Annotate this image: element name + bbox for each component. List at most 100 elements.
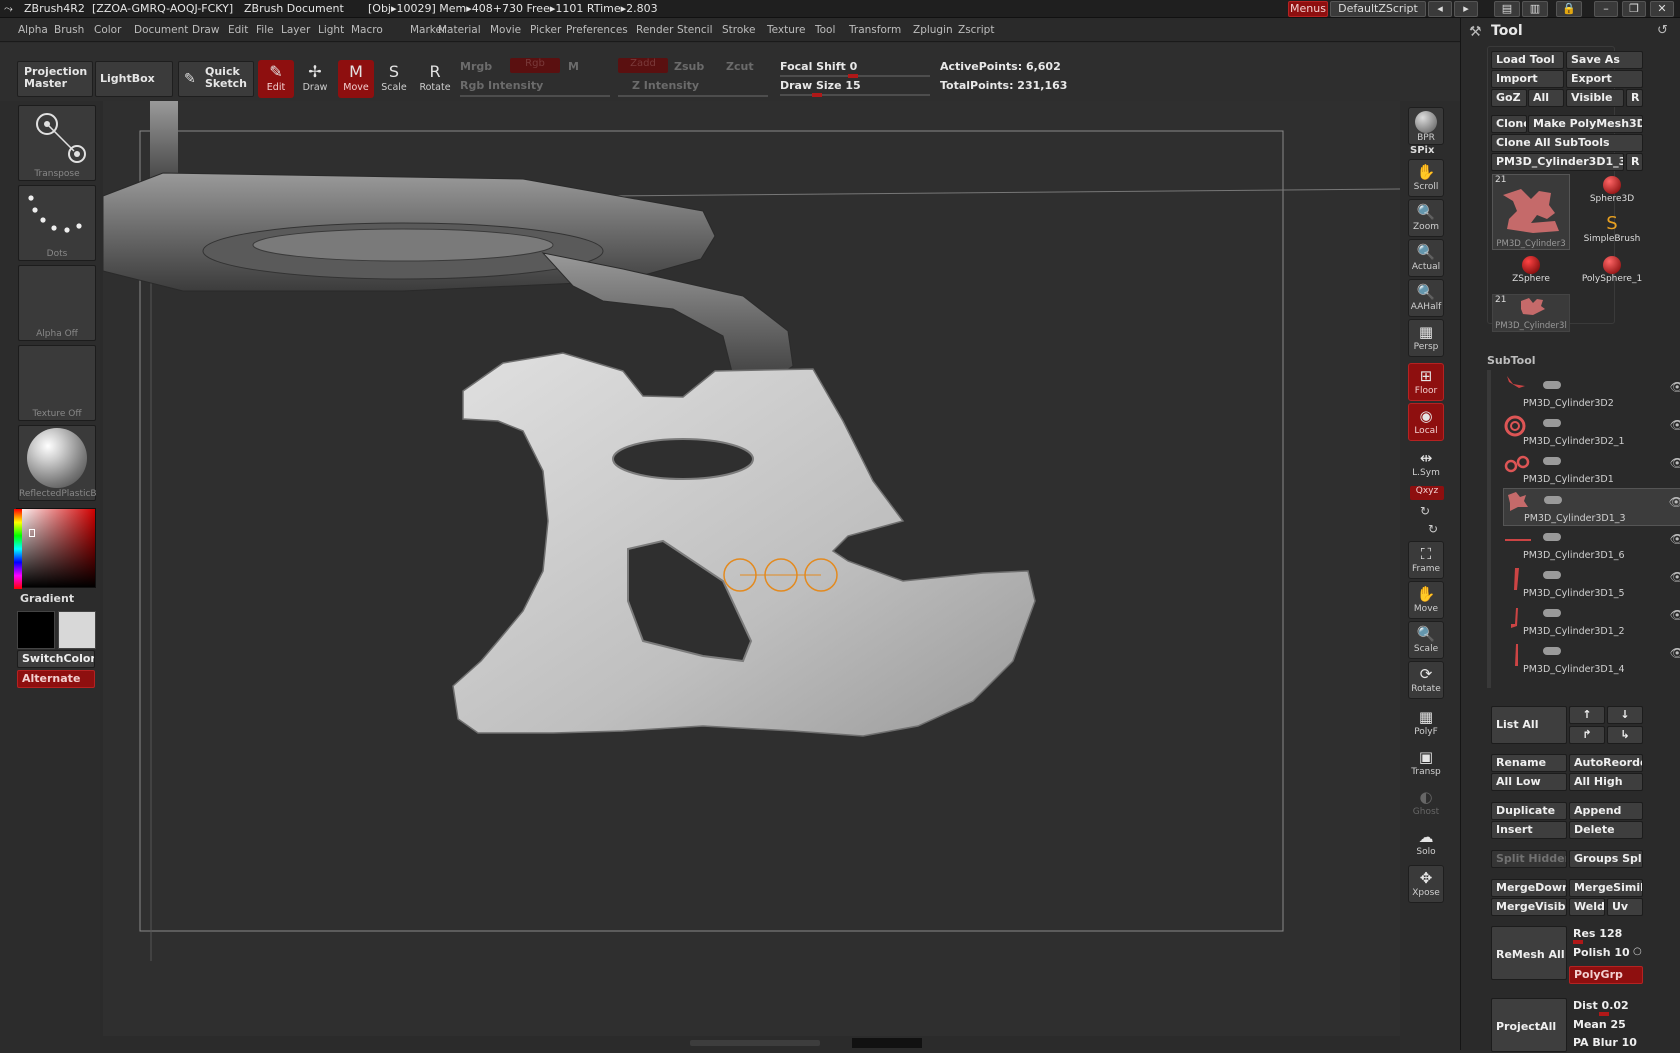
subtool-item[interactable]: 👁 PM3D_Cylinder3D1_6 [1503, 526, 1680, 564]
draw-size-knob[interactable] [812, 93, 822, 97]
persp-button[interactable]: ▦ Persp [1408, 319, 1444, 357]
tool-thumb-sphere3d[interactable]: Sphere3D [1573, 174, 1651, 212]
material-button[interactable]: ReflectedPlasticB [18, 425, 97, 501]
restore-icon[interactable]: ❐ [1622, 1, 1646, 17]
document-canvas[interactable] [103, 101, 1403, 1036]
tool-thumb-polysphere[interactable]: PolySphere_1 [1573, 254, 1651, 292]
focal-shift-slider[interactable]: Focal Shift 0 [780, 60, 857, 73]
subtool-item[interactable]: 👁 PM3D_Cylinder3D1 [1503, 450, 1680, 488]
menu-stroke[interactable]: Stroke [722, 24, 755, 36]
subtool-item[interactable]: 👁 PM3D_Cylinder3D2_1 [1503, 412, 1680, 450]
gradient-label[interactable]: Gradient [20, 592, 74, 605]
move-up-icon[interactable]: ↑ [1569, 706, 1605, 724]
polish-toggle-icon[interactable]: ○ [1633, 946, 1642, 957]
lock-icon[interactable]: 🔒 [1556, 1, 1582, 17]
subtool-item[interactable]: 👁 PM3D_Cylinder3D1_3 [1503, 488, 1680, 526]
actual-button[interactable]: 🔍 Actual [1408, 239, 1444, 277]
subtool-item[interactable]: 👁 PM3D_Cylinder3D1_4 [1503, 640, 1680, 678]
solo-button[interactable]: ☁ Solo [1408, 825, 1444, 863]
scroll-button[interactable]: ✋ Scroll [1408, 159, 1444, 197]
weld-button[interactable]: Weld [1569, 898, 1605, 916]
all-high-button[interactable]: All High [1569, 773, 1643, 791]
goz-all-button[interactable]: All [1528, 89, 1564, 107]
z-intensity-slider[interactable]: Z Intensity [632, 79, 699, 92]
floor-button[interactable]: ⊞ Floor [1408, 363, 1444, 401]
edit-button[interactable]: ✎ Edit [258, 60, 294, 98]
tool-thumb-simplebrush[interactable]: S SimpleBrush [1573, 214, 1651, 252]
color-cursor[interactable] [29, 529, 35, 537]
duplicate-button[interactable]: Duplicate [1491, 802, 1567, 820]
zcut-button[interactable]: Zcut [726, 60, 754, 73]
rgb-intensity-slider[interactable]: Rgb Intensity [460, 79, 543, 92]
minimize-icon[interactable]: – [1594, 1, 1618, 17]
zoom-button[interactable]: 🔍 Zoom [1408, 199, 1444, 237]
eye-icon[interactable]: 👁 [1669, 495, 1680, 509]
frame-button[interactable]: ⛶ Frame [1408, 541, 1444, 579]
eye-icon[interactable]: 👁 [1670, 570, 1680, 584]
insert-button[interactable]: Insert [1491, 821, 1567, 839]
default-zscript-button[interactable]: DefaultZScript [1330, 1, 1426, 17]
polygrp-button[interactable]: PolyGrp [1569, 966, 1643, 984]
script-next-icon[interactable]: ▸ [1454, 1, 1478, 17]
xpose-button[interactable]: ✥ Xpose [1408, 865, 1444, 903]
mrgb-button[interactable]: Mrgb [460, 60, 492, 73]
polyf-button[interactable]: ▦ PolyF [1408, 705, 1444, 743]
menu-zscript[interactable]: Zscript [958, 24, 994, 36]
menu-macro[interactable]: Macro [351, 24, 383, 36]
rotate-z-icon[interactable]: ↻ [1428, 522, 1438, 536]
menus-button[interactable]: Menus [1288, 1, 1328, 17]
mergevisible-button[interactable]: MergeVisible [1491, 898, 1567, 916]
focal-shift-knob[interactable] [848, 74, 858, 78]
tool-thumb-current[interactable]: 21 PM3D_Cylinder3 [1492, 174, 1570, 250]
eye-icon[interactable]: 👁 [1670, 646, 1680, 660]
subtool-toggle[interactable] [1543, 571, 1561, 579]
menu-file[interactable]: File [256, 24, 274, 36]
transpose-brush-button[interactable]: Transpose [18, 105, 96, 181]
append-button[interactable]: Append [1569, 802, 1643, 820]
m-button[interactable]: M [568, 60, 579, 73]
split-hidden-button[interactable]: Split Hidden [1491, 850, 1567, 868]
menu-render[interactable]: Render [636, 24, 673, 36]
draw-button[interactable]: ✢ Draw [297, 60, 333, 98]
subtool-toggle[interactable] [1543, 419, 1561, 427]
current-tool-r-button[interactable]: R [1626, 153, 1643, 171]
subtool-item[interactable]: 👁 PM3D_Cylinder3D1_2 [1503, 602, 1680, 640]
projection-master-button[interactable]: Projection Master [17, 61, 93, 97]
secondary-color-swatch[interactable] [58, 611, 96, 649]
polish-slider[interactable]: Polish 10 [1569, 945, 1643, 963]
move-button[interactable]: M Move [338, 60, 374, 98]
current-tool-slider[interactable]: PM3D_Cylinder3D1_3. [1491, 153, 1624, 171]
move-down-right-icon[interactable]: ↳ [1607, 726, 1643, 744]
transp-button[interactable]: ▣ Transp [1408, 745, 1444, 783]
export-button[interactable]: Export [1566, 70, 1643, 88]
subtool-toggle[interactable] [1543, 533, 1561, 541]
move-up-right-icon[interactable]: ↱ [1569, 726, 1605, 744]
menu-draw[interactable]: Draw [192, 24, 219, 36]
subtool-toggle[interactable] [1543, 609, 1561, 617]
menu-edit[interactable]: Edit [228, 24, 248, 36]
clone-button[interactable]: Clone [1491, 115, 1527, 133]
move-down-icon[interactable]: ↓ [1607, 706, 1643, 724]
texture-button[interactable]: Texture Off [18, 345, 96, 421]
subtool-toggle[interactable] [1543, 457, 1561, 465]
tool-thumb-zsphere[interactable]: ZSphere [1492, 254, 1570, 292]
layout-icon[interactable]: ▤ [1494, 1, 1520, 17]
remesh-all-button[interactable]: ReMesh All [1491, 926, 1567, 980]
menu-movie[interactable]: Movie [490, 24, 521, 36]
primary-color-swatch[interactable] [17, 611, 55, 649]
bottom-tray-handle[interactable] [690, 1040, 820, 1046]
move-view-button[interactable]: ✋ Move [1408, 581, 1444, 619]
uv-button[interactable]: Uv [1607, 898, 1643, 916]
zadd-button[interactable]: Zadd [618, 58, 668, 73]
res-knob[interactable] [1573, 940, 1583, 944]
goz-button[interactable]: GoZ [1491, 89, 1527, 107]
load-tool-button[interactable]: Load Tool [1491, 51, 1564, 69]
lsym-button[interactable]: ⇹ L.Sym [1408, 446, 1444, 484]
ghost-button[interactable]: ◐ Ghost [1408, 785, 1444, 823]
dist-knob[interactable] [1599, 1012, 1609, 1016]
spix-slider[interactable]: SPix [1410, 145, 1434, 156]
alternate-button[interactable]: Alternate [17, 670, 95, 688]
delete-button[interactable]: Delete [1569, 821, 1643, 839]
lightbox-button[interactable]: LightBox [95, 61, 173, 97]
draw-size-slider[interactable]: Draw Size 15 [780, 79, 861, 92]
